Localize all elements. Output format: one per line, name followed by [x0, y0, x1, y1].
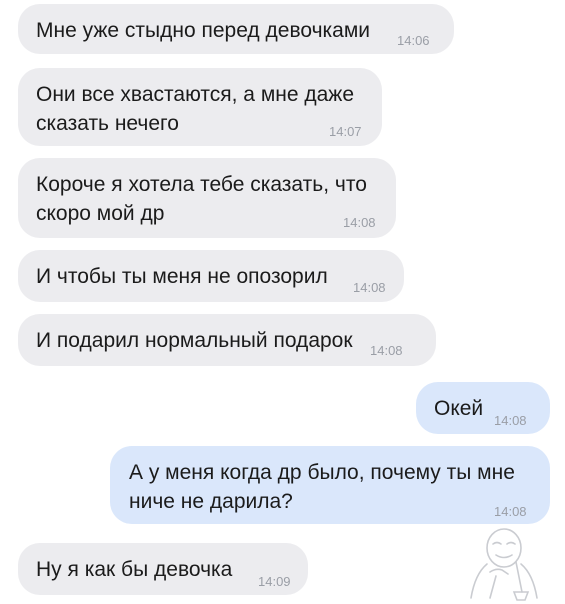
message-text: Ну я как бы девочка [36, 558, 233, 581]
message-time: 14:09 [258, 574, 291, 589]
message-time: 14:08 [494, 413, 527, 428]
message-bubble-incoming[interactable]: И чтобы ты меня не опозорил 14:08 [18, 250, 404, 302]
message-bubble-incoming[interactable]: Мне уже стыдно перед девочками 14:06 [18, 4, 454, 54]
message-text: Они все хвастаются, а мне даже сказать н… [36, 83, 355, 135]
message-bubble-outgoing[interactable]: Окей 14:08 [416, 382, 550, 434]
message-text: Короче я хотела тебе сказать, что скоро … [36, 173, 367, 225]
message-time: 14:08 [494, 504, 527, 519]
message-text: И подарил нормальный подарок [36, 329, 353, 352]
message-time: 14:08 [343, 215, 376, 230]
message-bubble-incoming[interactable]: Ну я как бы девочка 14:09 [18, 543, 308, 595]
message-bubble-incoming[interactable]: Короче я хотела тебе сказать, что скоро … [18, 158, 396, 238]
message-time: 14:07 [329, 124, 362, 139]
sipping-meme-face-icon [470, 528, 538, 601]
message-text: А у меня когда др было, почему ты мне ни… [129, 461, 515, 513]
message-text: Окей [434, 397, 484, 420]
message-bubble-incoming[interactable]: И подарил нормальный подарок 14:08 [18, 314, 436, 366]
message-text: Мне уже стыдно перед девочками [36, 19, 371, 42]
message-time: 14:08 [370, 343, 403, 358]
message-time: 14:06 [397, 33, 430, 48]
message-time: 14:08 [353, 280, 386, 295]
message-bubble-outgoing[interactable]: А у меня когда др было, почему ты мне ни… [110, 446, 550, 524]
message-bubble-incoming[interactable]: Они все хвастаются, а мне даже сказать н… [18, 68, 382, 146]
message-text: И чтобы ты меня не опозорил [36, 265, 328, 288]
